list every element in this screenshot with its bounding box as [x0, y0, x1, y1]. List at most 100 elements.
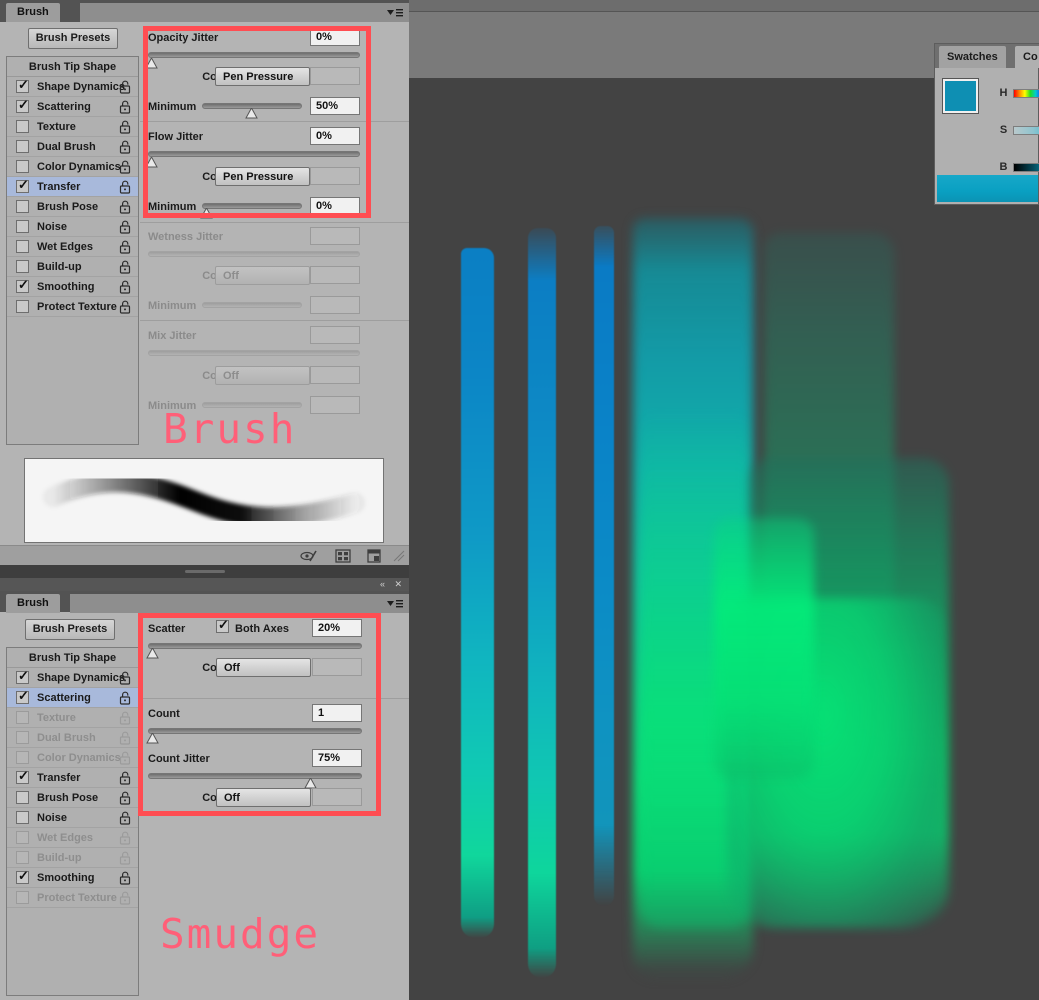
list-item[interactable]: Build-up: [7, 848, 138, 868]
list-item[interactable]: ✓ Smoothing: [7, 277, 138, 297]
checkbox-protect-texture[interactable]: [16, 300, 29, 313]
list-item[interactable]: Texture: [7, 117, 138, 137]
scattering-controls[interactable]: Scatter ✓ Both Axes 20% Control: Off Cou…: [140, 615, 409, 807]
list-item[interactable]: Brush Pose: [7, 197, 138, 217]
checkbox-scattering[interactable]: ✓: [16, 98, 29, 113]
flow-jitter-slider-thumb[interactable]: [145, 155, 158, 168]
lock-open-icon[interactable]: [119, 771, 131, 785]
saturation-slider[interactable]: [1013, 126, 1039, 135]
opacity-jitter-value[interactable]: 0%: [310, 28, 360, 46]
checkbox-noise[interactable]: [16, 220, 29, 233]
list-item[interactable]: Wet Edges: [7, 237, 138, 257]
list-item[interactable]: ✓ Scattering: [7, 688, 138, 708]
checkbox-scattering[interactable]: ✓: [16, 689, 29, 704]
brush-presets-button[interactable]: Brush Presets: [28, 28, 118, 49]
count-control-extra-value[interactable]: [312, 788, 362, 806]
count-value[interactable]: 1: [312, 704, 362, 722]
lock-open-icon[interactable]: [119, 811, 131, 825]
mix-minimum-value[interactable]: [310, 396, 360, 414]
hue-slider[interactable]: [1013, 89, 1039, 98]
collapse-icon[interactable]: «: [380, 579, 385, 590]
open-preset-manager-icon[interactable]: [334, 548, 352, 564]
checkbox-texture[interactable]: [16, 120, 29, 133]
lock-open-icon[interactable]: [119, 120, 131, 134]
scatter-value[interactable]: 20%: [312, 619, 362, 637]
hue-slider-row[interactable]: H: [997, 87, 1039, 101]
list-item[interactable]: ✓ Transfer: [7, 177, 138, 197]
lock-open-icon[interactable]: [119, 100, 131, 114]
scatter-control-dropdown[interactable]: Off: [216, 658, 311, 677]
flow-minimum-value[interactable]: 0%: [310, 197, 360, 215]
checkbox-shape-dynamics[interactable]: ✓: [16, 669, 29, 684]
artwork-canvas[interactable]: [409, 78, 1039, 1000]
checkbox-transfer[interactable]: ✓: [16, 178, 29, 193]
wetness-minimum-slider[interactable]: [202, 302, 302, 308]
brush-tip-shape-header[interactable]: Brush Tip Shape: [7, 57, 138, 77]
checkbox-texture[interactable]: [16, 711, 29, 724]
tab-brush-smudge[interactable]: Brush: [6, 594, 60, 613]
list-item[interactable]: Build-up: [7, 257, 138, 277]
checkbox-wet-edges[interactable]: [16, 240, 29, 253]
flow-jitter-value[interactable]: 0%: [310, 127, 360, 145]
smudge-brush-panel[interactable]: « ✕ Brush Brush Presets Brush Tip Shape …: [0, 578, 409, 1000]
flow-minimum-slider[interactable]: [202, 203, 302, 209]
panel-drag-handle[interactable]: [185, 570, 225, 573]
resize-grip-icon[interactable]: [393, 549, 405, 562]
count-slider[interactable]: [148, 728, 362, 734]
list-item[interactable]: Color Dynamics: [7, 157, 138, 177]
opacity-minimum-value[interactable]: 50%: [310, 97, 360, 115]
checkbox-color-dynamics[interactable]: [16, 160, 29, 173]
checkbox-protect-texture[interactable]: [16, 891, 29, 904]
list-item[interactable]: Brush Pose: [7, 788, 138, 808]
lock-closed-icon[interactable]: [119, 751, 131, 765]
checkbox-build-up[interactable]: [16, 851, 29, 864]
checkbox-wet-edges[interactable]: [16, 831, 29, 844]
lock-open-icon[interactable]: [119, 871, 131, 885]
list-item[interactable]: ✓ Scattering: [7, 97, 138, 117]
checkbox-transfer[interactable]: ✓: [16, 769, 29, 784]
brush-options-list[interactable]: Brush Tip Shape ✓ Shape Dynamics ✓ Scatteri…: [6, 56, 139, 445]
checkbox-dual-brush[interactable]: [16, 731, 29, 744]
wetness-control-dropdown[interactable]: Off: [215, 266, 310, 285]
brightness-slider[interactable]: [1013, 163, 1039, 172]
panel-menu-icon[interactable]: [387, 6, 403, 17]
saturation-slider-row[interactable]: S: [997, 124, 1039, 138]
lock-closed-icon[interactable]: [119, 731, 131, 745]
smudge-options-list[interactable]: Brush Tip Shape ✓ Shape Dynamics ✓ Scatteri…: [6, 647, 139, 996]
color-swatches-panel[interactable]: Swatches Co H S B: [934, 43, 1039, 205]
list-item[interactable]: Protect Texture: [7, 888, 138, 908]
wetness-jitter-slider[interactable]: [148, 251, 360, 257]
scatter-slider-thumb[interactable]: [146, 646, 159, 659]
lock-closed-icon[interactable]: [119, 851, 131, 865]
list-item[interactable]: Texture: [7, 708, 138, 728]
list-item[interactable]: Dual Brush: [7, 137, 138, 157]
checkbox-noise[interactable]: [16, 811, 29, 824]
count-jitter-slider[interactable]: [148, 773, 362, 779]
flow-jitter-slider[interactable]: [148, 151, 360, 157]
checkbox-build-up[interactable]: [16, 260, 29, 273]
lock-open-icon[interactable]: [119, 160, 131, 174]
lock-open-icon[interactable]: [119, 180, 131, 194]
panel-menu-icon[interactable]: [387, 597, 403, 608]
close-icon[interactable]: ✕: [394, 579, 402, 590]
checkbox-brush-pose[interactable]: [16, 200, 29, 213]
checkbox-smoothing[interactable]: ✓: [16, 278, 29, 293]
opacity-minimum-slider-thumb[interactable]: [245, 106, 258, 119]
checkbox-color-dynamics[interactable]: [16, 751, 29, 764]
lock-open-icon[interactable]: [119, 240, 131, 254]
lock-closed-icon[interactable]: [119, 831, 131, 845]
lock-open-icon[interactable]: [119, 200, 131, 214]
list-item[interactable]: ✓ Smoothing: [7, 868, 138, 888]
both-axes-checkbox[interactable]: ✓: [216, 618, 229, 633]
flow-minimum-slider-thumb[interactable]: [200, 206, 213, 219]
list-item[interactable]: ✓ Shape Dynamics: [7, 77, 138, 97]
checkbox-dual-brush[interactable]: [16, 140, 29, 153]
foreground-background-swatches[interactable]: [942, 78, 995, 130]
brush-dynamics-controls[interactable]: Opacity Jitter 0% Control: Pen Pressure …: [140, 24, 409, 424]
list-item[interactable]: ✓ Transfer: [7, 768, 138, 788]
opacity-jitter-slider[interactable]: [148, 52, 360, 58]
lock-closed-icon[interactable]: [119, 711, 131, 725]
lock-open-icon[interactable]: [119, 671, 131, 685]
lock-open-icon[interactable]: [119, 80, 131, 94]
mix-jitter-value[interactable]: [310, 326, 360, 344]
